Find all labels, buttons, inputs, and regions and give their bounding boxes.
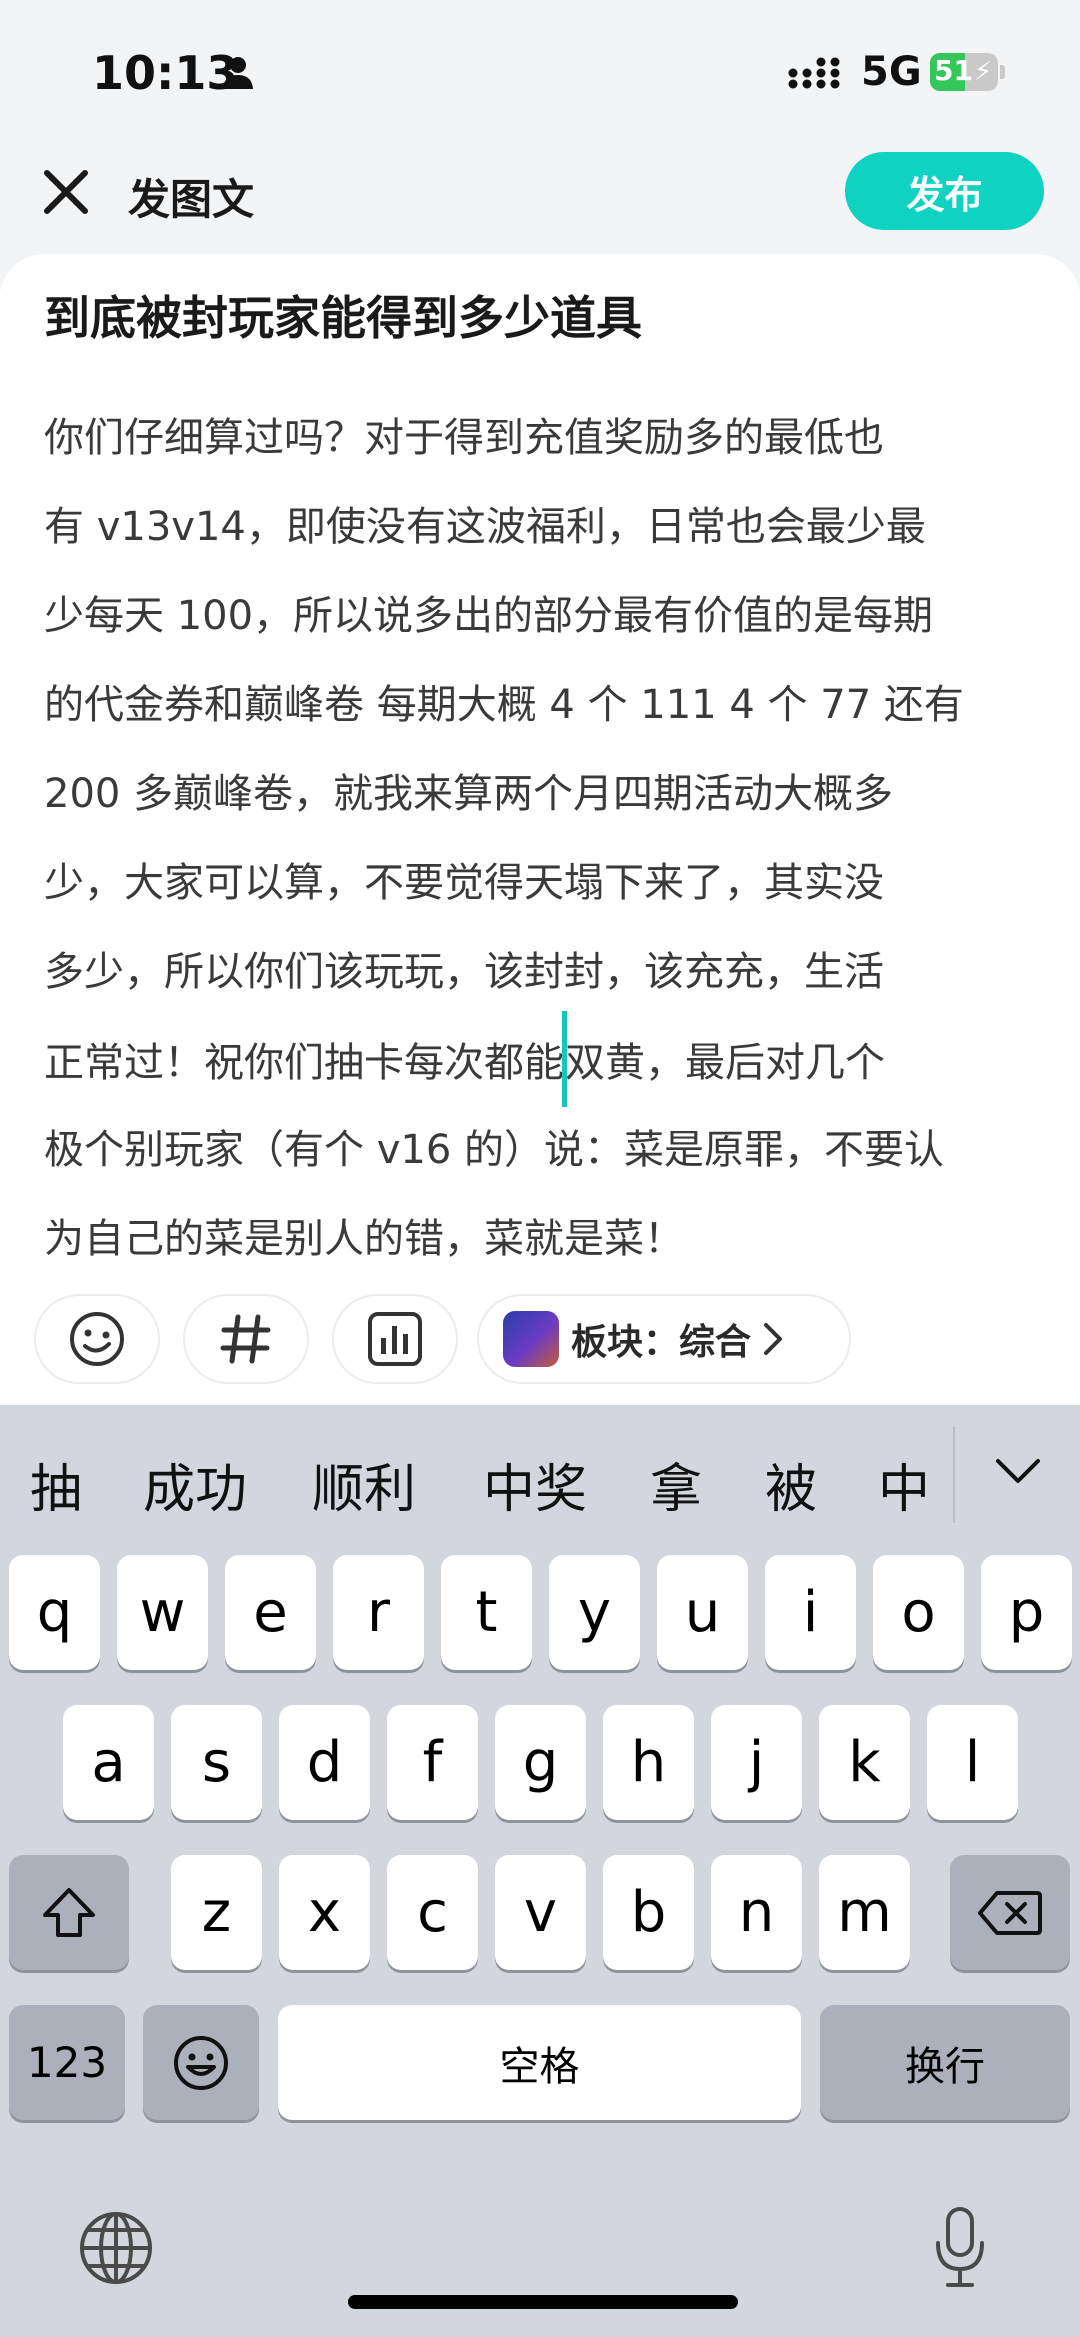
body-line: 的代金券和巅峰卷 每期大概 4 个 111 4 个 77 还有 (44, 682, 964, 728)
body-line: 200 多巅峰卷，就我来算两个月四期活动大概多 (44, 771, 894, 817)
chart-icon (368, 1312, 422, 1366)
candidate-word[interactable]: 抽 (30, 1447, 82, 1522)
key-i[interactable]: i (765, 1555, 856, 1670)
key-t[interactable]: t (441, 1555, 532, 1670)
microphone-icon[interactable] (930, 2205, 990, 2291)
key-x[interactable]: x (279, 1855, 370, 1970)
body-line: 为自己的菜是别人的错，菜就是菜！ (44, 1216, 684, 1262)
key-f[interactable]: f (387, 1705, 478, 1820)
globe-icon[interactable] (78, 2210, 154, 2286)
candidate-divider (953, 1427, 955, 1523)
candidate-word[interactable]: 中 (878, 1447, 930, 1522)
shift-key[interactable] (9, 1855, 129, 1970)
key-c[interactable]: c (387, 1855, 478, 1970)
key-v[interactable]: v (495, 1855, 586, 1970)
person-icon (223, 57, 253, 89)
page-title: 发图文 (128, 175, 255, 224)
battery-label: 51 (934, 54, 973, 87)
post-title-input[interactable]: 到底被封玩家能得到多少道具 (44, 282, 1034, 348)
charging-bolt-icon: ⚡ (974, 57, 993, 87)
body-text-after-cursor: 双黄，最后对几个 (565, 1040, 885, 1086)
key-z[interactable]: z (171, 1855, 262, 1970)
network-label: 5G (861, 49, 922, 95)
post-editor[interactable]: 到底被封玩家能得到多少道具 你们仔细算过吗？对于得到充值奖励多的最低也 有 v1… (0, 254, 1080, 1404)
key-m[interactable]: m (819, 1855, 910, 1970)
key-o[interactable]: o (873, 1555, 964, 1670)
body-line: 少每天 100，所以说多出的部分最有价值的是每期 (44, 593, 934, 639)
emoji-key[interactable] (143, 2005, 259, 2120)
signal-icon (788, 57, 840, 89)
key-q[interactable]: q (9, 1555, 100, 1670)
body-line: 你们仔细算过吗？对于得到充值奖励多的最低也 (44, 415, 884, 461)
top-area: 10:13 5G 51 ⚡ 发图文 发布 (0, 0, 1080, 290)
text-cursor (562, 1011, 567, 1107)
candidate-word[interactable]: 成功 (143, 1447, 247, 1522)
key-j[interactable]: j (711, 1705, 802, 1820)
key-p[interactable]: p (981, 1555, 1072, 1670)
candidate-word[interactable]: 被 (765, 1447, 817, 1522)
candidate-word[interactable]: 中奖 (483, 1447, 587, 1522)
battery-icon: 51 ⚡ (930, 53, 1006, 91)
backspace-key[interactable] (950, 1855, 1070, 1970)
space-key[interactable]: 空格 (278, 2005, 801, 2120)
chevron-right-icon (764, 1323, 783, 1355)
section-label: 板块：综合 (571, 1322, 752, 1363)
key-e[interactable]: e (225, 1555, 316, 1670)
body-line: 有 v13v14，即使没有这波福利，日常也会最少最 (44, 504, 926, 550)
editor-toolbar: 板块：综合 (0, 1294, 1080, 1384)
hashtag-icon (220, 1314, 271, 1364)
key-a[interactable]: a (63, 1705, 154, 1820)
battery-body: 51 ⚡ (930, 53, 998, 91)
poll-button[interactable] (332, 1294, 458, 1384)
post-body-input[interactable]: 你们仔细算过吗？对于得到充值奖励多的最低也 有 v13v14，即使没有这波福利，… (44, 394, 1044, 1284)
section-selector[interactable]: 板块：综合 (477, 1294, 851, 1384)
post-editor-screen: 10:13 5G 51 ⚡ 发图文 发布 到底被封玩家能得到多少道具 你们仔细算… (0, 0, 1080, 2337)
editor-header: 发图文 发布 (0, 140, 1080, 250)
home-indicator (348, 2295, 738, 2309)
return-key[interactable]: 换行 (820, 2005, 1070, 2120)
body-text-before-cursor: 正常过！祝你们抽卡每次都能 (44, 1040, 564, 1086)
emoji-icon (174, 2035, 228, 2090)
candidate-word[interactable]: 顺利 (312, 1447, 416, 1522)
keyboard: 抽 成功 顺利 中奖 拿 被 中 q w e r t y u i o p a s… (0, 1405, 1080, 2337)
key-u[interactable]: u (657, 1555, 748, 1670)
body-line: 少，大家可以算，不要觉得天塌下来了，其实没 (44, 860, 884, 906)
body-line: 多少，所以你们该玩玩，该封封，该充充，生活 (44, 949, 884, 995)
publish-button[interactable]: 发布 (845, 152, 1044, 230)
emoji-button[interactable] (34, 1294, 160, 1384)
body-line: 极个别玩家（有个 v16 的）说：菜是原罪，不要认 (44, 1127, 944, 1173)
backspace-icon (978, 1890, 1042, 1935)
body-line-with-cursor: 正常过！祝你们抽卡每次都能双黄，最后对几个 (44, 1011, 1044, 1107)
candidate-bar: 抽 成功 顺利 中奖 拿 被 中 (0, 1405, 1080, 1545)
key-h[interactable]: h (603, 1705, 694, 1820)
key-l[interactable]: l (927, 1705, 1018, 1820)
key-w[interactable]: w (117, 1555, 208, 1670)
hashtag-button[interactable] (183, 1294, 309, 1384)
chevron-down-icon[interactable] (990, 1451, 1046, 1491)
status-time: 10:13 (92, 46, 239, 100)
key-s[interactable]: s (171, 1705, 262, 1820)
key-n[interactable]: n (711, 1855, 802, 1970)
section-avatar (503, 1311, 559, 1367)
close-button[interactable] (36, 162, 96, 222)
key-r[interactable]: r (333, 1555, 424, 1670)
key-y[interactable]: y (549, 1555, 640, 1670)
close-icon (44, 170, 88, 214)
candidate-word[interactable]: 拿 (650, 1447, 702, 1522)
battery-tip (1000, 65, 1005, 79)
numbers-key[interactable]: 123 (9, 2005, 125, 2120)
shift-icon (43, 1887, 95, 1937)
status-bar: 10:13 5G 51 ⚡ (0, 0, 1080, 140)
emoji-icon (70, 1312, 124, 1366)
key-d[interactable]: d (279, 1705, 370, 1820)
key-k[interactable]: k (819, 1705, 910, 1820)
key-g[interactable]: g (495, 1705, 586, 1820)
key-b[interactable]: b (603, 1855, 694, 1970)
